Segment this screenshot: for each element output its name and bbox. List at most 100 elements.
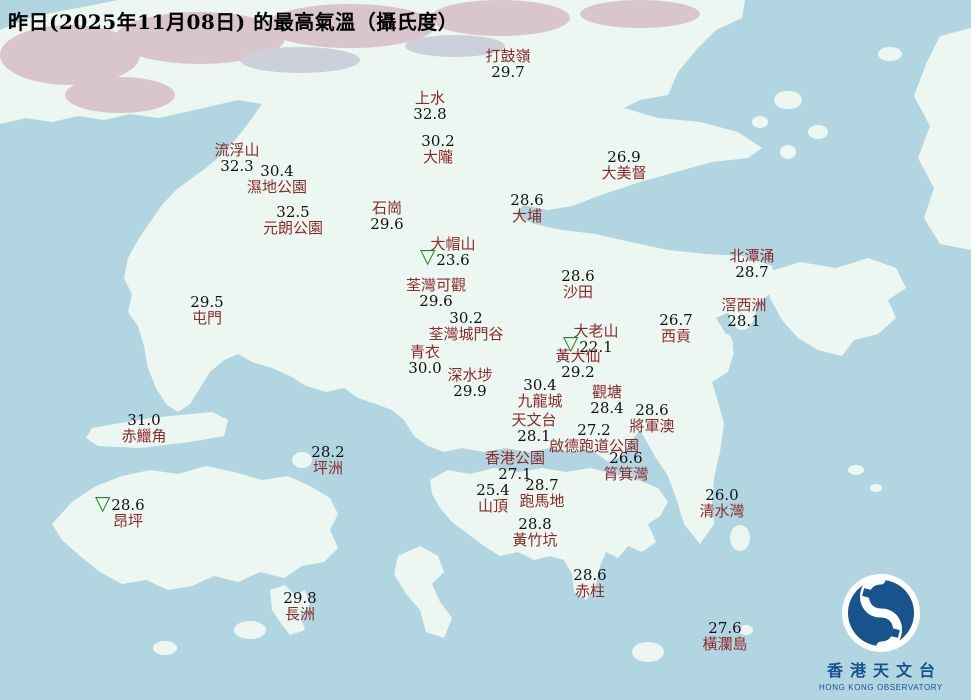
station-temperature: 28.2: [311, 443, 345, 461]
station-temperature: 28.1: [517, 427, 551, 445]
station-temperature: 28.8: [518, 515, 552, 533]
station-name-label: 屯門: [191, 309, 222, 327]
hko-logo-chinese: 香港天文台: [826, 661, 942, 680]
station-temperature: 32.5: [276, 203, 310, 221]
station-temperature: 30.4: [260, 162, 294, 180]
station-temperature: 26.6: [609, 449, 643, 467]
station-temperature: 28.1: [727, 312, 761, 330]
station: 28.6 赤柱: [573, 567, 606, 599]
station-temperature: 29.6: [370, 215, 404, 233]
station-temperature: 29.2: [561, 363, 595, 381]
station-name-label: 元朗公園: [262, 219, 324, 237]
station-temperature: 30.2: [449, 309, 483, 327]
station-name-label: 北潭涌: [729, 247, 775, 265]
station-temperature: 27.2: [577, 421, 611, 439]
station: 31.0 赤鱲角: [121, 412, 166, 444]
station: 29.9 深水埗: [447, 367, 492, 399]
station: 29.2 黃大仙: [555, 348, 600, 380]
station-temperature: 30.2: [421, 132, 455, 150]
station-name-label: 山頂: [477, 497, 508, 515]
hko-logo: 香港天文台 HONG KONG OBSERVATORY: [801, 573, 961, 692]
station-temperature: 27.6: [708, 619, 742, 637]
hko-emblem-icon: [842, 574, 920, 652]
station-name-label: 青衣: [409, 343, 440, 361]
station: 26.0 清水灣: [699, 487, 744, 519]
station-name-label: 大帽山: [430, 235, 476, 253]
station-temperature: 25.4: [476, 481, 510, 499]
station: 26.7 西貢: [659, 312, 692, 344]
station-name-label: 滘西洲: [721, 296, 767, 314]
station: 30.2 大隴: [421, 133, 454, 165]
station: 30.4 九龍城: [517, 377, 562, 409]
station-name-label: 筲箕灣: [603, 465, 649, 483]
station-name-label: 大隴: [422, 148, 453, 166]
station-temperature: 26.0: [705, 486, 739, 504]
station: 28.6 大埔: [510, 192, 543, 224]
station-name-label: 石崗: [371, 199, 402, 217]
station: 28.7 北潭涌: [729, 248, 774, 280]
station-temperature: 28.6: [510, 191, 544, 209]
station-temperature: 32.8: [413, 105, 447, 123]
station: 30.0 青衣: [408, 344, 441, 376]
station-name-label: 打鼓嶺: [485, 47, 531, 65]
station: 28.8 黃竹坑: [512, 516, 557, 548]
station-name-label: 坪洲: [312, 459, 343, 477]
station-name-label: 跑馬地: [519, 492, 565, 510]
station-name-label: 觀塘: [591, 383, 622, 401]
station-temperature: 28.6: [573, 566, 607, 584]
station: 29.6 荃灣可觀: [406, 277, 466, 309]
page-title: 昨日(2025年11月08日) 的最高氣溫（攝氏度）: [8, 10, 459, 34]
station-temperature: 28.4: [590, 399, 624, 417]
station: 30.4 濕地公園: [247, 163, 307, 195]
station-temperature: 31.0: [127, 411, 161, 429]
station: 29.8 長洲: [283, 590, 316, 622]
station-name-label: 大埔: [511, 207, 542, 225]
station-name-label: 大美督: [601, 164, 647, 182]
station-temperature: 28.7: [525, 476, 559, 494]
station-name-label: 深水埗: [447, 366, 493, 384]
station-temperature: 29.7: [491, 63, 525, 81]
station-name-label: 流浮山: [214, 141, 260, 159]
station: 28.6 沙田: [561, 268, 594, 300]
station-name-label: 西貢: [660, 327, 691, 345]
station-name-label: 赤鱲角: [121, 427, 167, 445]
station: 28.4 觀塘: [590, 384, 623, 416]
station-name-label: 黃大仙: [555, 347, 601, 365]
station-name-label: 橫瀾島: [702, 635, 748, 653]
station-temperature: 26.7: [659, 311, 693, 329]
temperature-map-page: 29.7 打鼓嶺 32.8 上水 30.2 大隴 32.3 流浮山 30.4 濕…: [0, 0, 971, 700]
low-temp-marker-icon: ▽: [95, 491, 111, 515]
station-name-label: 赤柱: [574, 582, 605, 600]
station: 25.4 山頂: [476, 482, 509, 514]
station: 29.6 石崗: [370, 200, 403, 232]
hko-logo-english: HONG KONG OBSERVATORY: [819, 683, 943, 692]
station-name-label: 荃灣城門谷: [428, 325, 504, 343]
station: ▽ 28.6 昂坪: [95, 493, 145, 530]
station-temperature: 28.7: [735, 263, 769, 281]
station: 30.2 荃灣城門谷: [428, 310, 503, 342]
station-name-label: 沙田: [562, 283, 593, 301]
station: 28.1 滘西洲: [721, 297, 766, 329]
station-name-label: 九龍城: [517, 392, 563, 410]
station-name-label: 大老山: [573, 322, 619, 340]
station-temperature: 29.9: [453, 382, 487, 400]
station: 29.5 屯門: [190, 294, 223, 326]
station: 32.8 上水: [413, 90, 446, 122]
station-temperature: 29.5: [190, 293, 224, 311]
station-name-label: 黃竹坑: [512, 531, 558, 549]
station-name-label: 荃灣可觀: [405, 276, 467, 294]
station: ▽ 23.6 大帽山: [420, 235, 476, 269]
station: 26.6 筲箕灣: [603, 450, 648, 482]
station-temperature: 29.8: [283, 589, 317, 607]
station-temperature: 26.9: [607, 148, 641, 166]
station-name-label: 長洲: [284, 605, 315, 623]
station-temperature: 28.6: [561, 267, 595, 285]
station-name-label: 昂坪: [112, 512, 143, 530]
station: 27.6 橫瀾島: [702, 620, 747, 652]
station: 28.7 跑馬地: [519, 477, 564, 509]
station-temperature: 23.6: [436, 251, 470, 269]
station-temperature: 29.6: [419, 292, 453, 310]
station-name-label: 清水灣: [699, 502, 745, 520]
station-temperature: 30.0: [408, 359, 442, 377]
station: 32.5 元朗公園: [263, 204, 323, 236]
